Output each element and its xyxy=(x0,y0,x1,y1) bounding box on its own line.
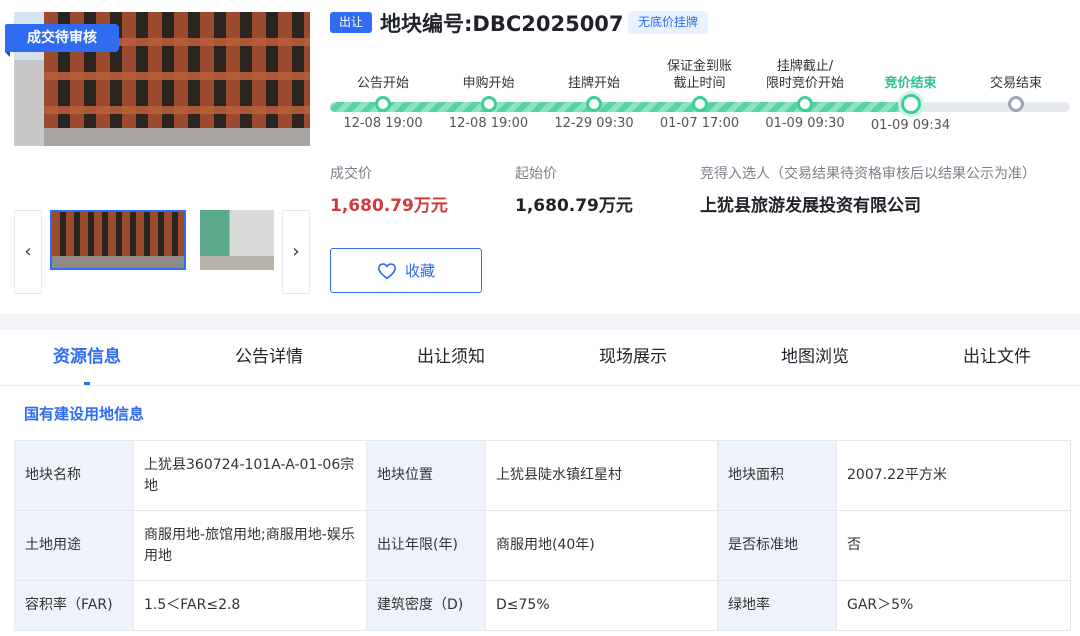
active-tab-indicator xyxy=(84,382,90,385)
table-value: 2007.22平方米 xyxy=(836,440,1071,511)
timeline-step-dot xyxy=(375,96,391,112)
table-row: 土地用途 商服用地-旅馆用地;商服用地-娱乐用地 出让年限(年) 商服用地(40… xyxy=(14,510,1071,581)
timeline-step-time: 12-08 19:00 xyxy=(343,116,423,131)
timeline-step-label: 保证金到账 截止时间 xyxy=(666,59,732,91)
table-key: 地块位置 xyxy=(366,440,486,511)
listing-type-tag: 无底价挂牌 xyxy=(628,11,709,34)
table-value: 上犹县陡水镇红星村 xyxy=(485,440,718,511)
tab-site-display[interactable]: 现场展示 xyxy=(599,330,667,386)
table-value: 否 xyxy=(836,510,1071,581)
table-key: 地块面积 xyxy=(717,440,837,511)
tab-map[interactable]: 地图浏览 xyxy=(781,330,849,386)
thumbnail-1[interactable] xyxy=(50,210,186,270)
favorite-label: 收藏 xyxy=(404,262,435,280)
tab-announcement[interactable]: 公告详情 xyxy=(235,330,303,386)
winner-value: 上犹县旅游发展投资有限公司 xyxy=(700,196,921,216)
timeline-step-time: 01-09 09:34 xyxy=(870,118,951,133)
page-title: 地块编号:DBC2025007 xyxy=(380,12,624,36)
table-key: 出让年限(年) xyxy=(366,510,486,581)
table-value: 商服用地(40年) xyxy=(485,510,718,581)
table-value: D≤75% xyxy=(485,580,718,631)
thumbnail-2[interactable] xyxy=(200,210,274,270)
timeline-step-dot xyxy=(691,96,708,112)
timeline-step-label: 申购开始 xyxy=(462,76,515,91)
deal-price-label: 成交价 xyxy=(330,166,372,182)
chevron-right-icon[interactable]: › xyxy=(282,210,310,294)
timeline-step-label: 挂牌截止/ 限时竞价开始 xyxy=(765,59,844,91)
photo-side-building xyxy=(14,60,48,146)
timeline-step: 申购开始 12-08 19:00 xyxy=(429,58,549,131)
table-key: 是否标准地 xyxy=(717,510,837,581)
table-value: 上犹县360724-101A-A-01-06宗地 xyxy=(133,440,367,511)
timeline-step: 公告开始 12-08 19:00 xyxy=(323,58,443,131)
timeline-step: 挂牌截止/ 限时竞价开始 01-09 09:30 xyxy=(745,58,865,131)
start-price-label: 起始价 xyxy=(515,166,557,182)
section-divider xyxy=(0,314,1080,330)
timeline-step: 挂牌开始 12-29 09:30 xyxy=(534,58,654,131)
favorite-button[interactable]: 收藏 xyxy=(330,248,482,293)
thumbnail-strip: ‹ › xyxy=(14,210,310,294)
table-key: 土地用途 xyxy=(14,510,134,581)
timeline-step: 交易结束 xyxy=(956,58,1076,116)
timeline-step-label: 公告开始 xyxy=(356,76,409,91)
table-value: 1.5＜FAR≤2.8 xyxy=(133,580,367,631)
land-detail-page: 成交待审核 ‹ › 出让 地块编号:DBC2025007 无底价挂牌 公告开始 1… xyxy=(0,0,1080,636)
land-info-table: 地块名称 上犹县360724-101A-A-01-06宗地 地块位置 上犹县陡水… xyxy=(14,440,1071,631)
table-key: 建筑密度（D) xyxy=(366,580,486,631)
transfer-type-badge: 出让 xyxy=(330,12,372,33)
timeline-step-time: 01-07 17:00 xyxy=(659,116,740,131)
timeline-step-label: 交易结束 xyxy=(989,76,1042,91)
timeline-step-time: 01-09 09:30 xyxy=(765,116,845,131)
timeline-step-label: 挂牌开始 xyxy=(567,76,620,91)
table-value: 商服用地-旅馆用地;商服用地-娱乐用地 xyxy=(133,510,367,581)
table-key: 绿地率 xyxy=(717,580,837,631)
timeline-step-dot xyxy=(480,96,497,112)
timeline-step-time: 12-29 09:30 xyxy=(554,116,634,131)
start-price-value: 1,680.79万元 xyxy=(515,196,633,216)
tab-resource-info[interactable]: 资源信息 xyxy=(53,330,121,386)
timeline-step-dot xyxy=(900,94,921,114)
timeline-step-dot xyxy=(1008,96,1024,112)
timeline-step-label: 竞价结束 xyxy=(884,76,937,91)
table-row: 容积率（FAR) 1.5＜FAR≤2.8 建筑密度（D) D≤75% 绿地率 G… xyxy=(14,580,1071,631)
table-key: 地块名称 xyxy=(14,440,134,511)
timeline-step-dot xyxy=(586,96,602,112)
tab-documents[interactable]: 出让文件 xyxy=(963,330,1031,386)
section-title: 国有建设用地信息 xyxy=(24,405,145,423)
table-value: GAR＞5% xyxy=(836,580,1071,631)
timeline-step: 竞价结束 01-09 09:34 xyxy=(851,58,971,133)
timeline-step-dot xyxy=(797,96,813,112)
deal-price-value: 1,680.79万元 xyxy=(330,196,448,216)
tab-bar: 资源信息 公告详情 出让须知 现场展示 地图浏览 出让文件 xyxy=(0,330,1080,386)
tab-notice[interactable]: 出让须知 xyxy=(417,330,485,386)
photo-ground xyxy=(44,128,310,146)
table-key: 容积率（FAR) xyxy=(14,580,134,631)
table-row: 地块名称 上犹县360724-101A-A-01-06宗地 地块位置 上犹县陡水… xyxy=(14,440,1071,511)
timeline-step: 保证金到账 截止时间 01-07 17:00 xyxy=(640,58,760,131)
chevron-left-icon[interactable]: ‹ xyxy=(14,210,42,294)
heart-icon xyxy=(377,262,396,279)
timeline-step-time: 12-08 19:00 xyxy=(448,116,529,131)
winner-label: 竞得入选人（交易结果待资格审核后以结果公示为准） xyxy=(700,166,1036,182)
status-tag: 成交待审核 xyxy=(5,24,119,57)
